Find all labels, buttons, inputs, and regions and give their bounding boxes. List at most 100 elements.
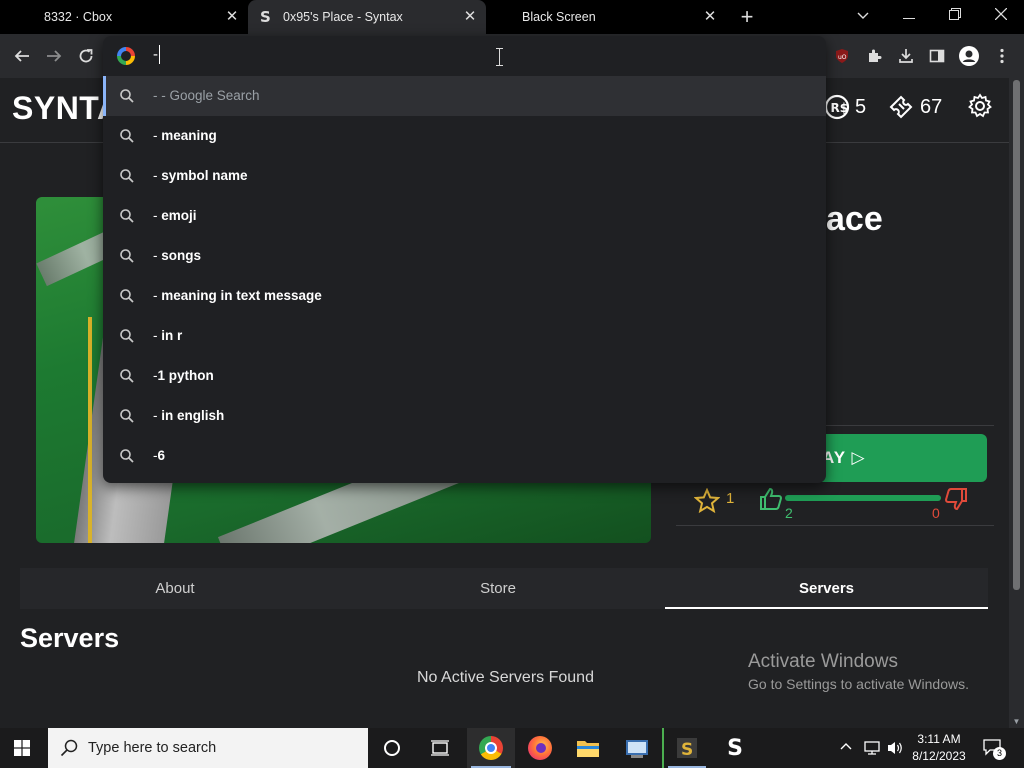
- svg-text:uO: uO: [838, 54, 847, 61]
- search-icon: [119, 368, 135, 384]
- suggestion-completion: songs: [161, 248, 202, 263]
- settings-gear-icon[interactable]: [967, 93, 993, 119]
- suggestion-text: - songs: [153, 248, 201, 263]
- suggestion-prefix: -: [153, 248, 162, 263]
- tab-black-screen[interactable]: Black Screen ✕: [486, 0, 726, 34]
- tickets-count: 67: [920, 95, 943, 118]
- suggestion-prefix: -: [153, 168, 162, 183]
- favorite-star-icon[interactable]: [694, 488, 720, 514]
- new-tab-plus-icon[interactable]: +: [736, 6, 758, 29]
- forward-arrow-icon[interactable]: [42, 44, 66, 68]
- windows-start-icon[interactable]: [14, 740, 30, 756]
- suggestion-text: - - Google Search: [153, 88, 260, 103]
- back-arrow-icon[interactable]: [10, 44, 34, 68]
- syntax-studio-taskbar-icon[interactable]: S: [711, 728, 759, 768]
- suggestion-prefix: -: [153, 408, 162, 423]
- tab-cbox[interactable]: 8332 · Cbox ✕: [0, 0, 248, 34]
- suggestion-completion: emoji: [161, 208, 197, 223]
- tab-title: Black Screen: [522, 10, 596, 24]
- minimize-icon[interactable]: [886, 0, 932, 34]
- download-icon[interactable]: [894, 44, 918, 68]
- omnibox-suggestion[interactable]: - in r: [103, 316, 826, 356]
- reload-icon[interactable]: [74, 44, 98, 68]
- extensions-puzzle-icon[interactable]: [862, 44, 886, 68]
- profile-avatar-icon[interactable]: [957, 44, 981, 68]
- taskbar-search-placeholder: Type here to search: [88, 740, 217, 756]
- windows-taskbar: Type here to search S S 3:11 AM 8/12/202…: [0, 728, 1024, 768]
- svg-text:S: S: [681, 740, 693, 760]
- omnibox-suggestion[interactable]: - meaning: [103, 116, 826, 156]
- suggestion-completion: meaning: [161, 128, 217, 143]
- show-hidden-icons-chevron-icon[interactable]: [840, 742, 852, 750]
- tab-about[interactable]: About: [20, 568, 330, 609]
- cortana-icon[interactable]: [368, 728, 416, 768]
- syntax-favicon-icon: S: [260, 8, 271, 26]
- suggestion-prefix: -: [153, 88, 162, 103]
- tab-servers[interactable]: Servers: [665, 568, 988, 609]
- suggestion-prefix: -: [153, 208, 162, 223]
- volume-icon[interactable]: [886, 740, 904, 756]
- syntax-launcher-taskbar-icon[interactable]: S: [662, 728, 710, 768]
- thumbs-up-icon[interactable]: [758, 486, 784, 512]
- search-icon: [119, 328, 135, 344]
- omnibox-suggestion[interactable]: -1 python: [103, 356, 826, 396]
- robux-count: 5: [855, 95, 867, 118]
- downvote-count: 0: [932, 505, 940, 521]
- search-icon: [119, 128, 135, 144]
- firefox-taskbar-icon[interactable]: [516, 728, 564, 768]
- clock-date: 8/12/2023: [912, 749, 966, 763]
- page-scrollbar[interactable]: ▼: [1009, 78, 1024, 728]
- omnibox-suggestion[interactable]: - - Google Search: [103, 76, 826, 116]
- close-icon[interactable]: ✕: [224, 9, 240, 25]
- tab-strip: 8332 · Cbox ✕ S 0x95's Place - Syntax ✕ …: [0, 0, 1024, 34]
- close-window-icon[interactable]: [978, 0, 1024, 34]
- close-icon[interactable]: ✕: [702, 9, 718, 25]
- text-caret: [159, 45, 160, 64]
- omnibox-suggestion[interactable]: - emoji: [103, 196, 826, 236]
- search-icon: [119, 208, 135, 224]
- suggestion-completion: meaning in text message: [161, 288, 322, 303]
- suggestion-text: -6: [153, 448, 165, 463]
- taskbar-search-box[interactable]: Type here to search: [48, 728, 368, 768]
- search-icon: [119, 448, 135, 464]
- watermark-line1: Activate Windows: [748, 651, 898, 672]
- omnibox-dropdown: - - - Google Search - meaning - symbol nam…: [103, 36, 826, 483]
- address-bar-input[interactable]: -: [153, 46, 158, 63]
- suggestion-text: - in r: [153, 328, 182, 343]
- omnibox-suggestion[interactable]: - meaning in text message: [103, 276, 826, 316]
- suggestion-prefix: -: [153, 328, 162, 343]
- scroll-down-arrow-icon[interactable]: ▼: [1012, 717, 1021, 726]
- network-icon[interactable]: [863, 740, 881, 756]
- side-panel-icon[interactable]: [925, 44, 949, 68]
- suggestion-text: -1 python: [153, 368, 214, 383]
- omnibox-suggestion[interactable]: - in english: [103, 396, 826, 436]
- task-view-icon[interactable]: [416, 728, 464, 768]
- tab-search-chevron-icon[interactable]: [840, 0, 886, 34]
- notification-count-badge: 3: [993, 747, 1006, 760]
- no-servers-message: No Active Servers Found: [417, 669, 594, 686]
- app-taskbar-icon[interactable]: [613, 728, 661, 768]
- scrollbar-thumb[interactable]: [1013, 80, 1020, 590]
- suggestion-hint: - Google Search: [161, 88, 260, 103]
- tab-store[interactable]: Store: [343, 568, 653, 609]
- vote-ratio-bar: [785, 495, 941, 501]
- thumbs-down-icon[interactable]: [943, 486, 969, 512]
- close-icon[interactable]: ✕: [462, 9, 478, 25]
- address-bar[interactable]: -: [103, 36, 826, 76]
- suggestion-text: - in english: [153, 408, 224, 423]
- file-explorer-taskbar-icon[interactable]: [564, 728, 612, 768]
- suggestion-text: - meaning in text message: [153, 288, 322, 303]
- chrome-taskbar-icon[interactable]: [467, 728, 515, 768]
- notification-center-icon[interactable]: 3: [982, 738, 1006, 760]
- tickets-balance[interactable]: 67: [888, 94, 942, 120]
- robux-balance[interactable]: R$ 5: [824, 94, 866, 120]
- system-clock[interactable]: 3:11 AM 8/12/2023: [908, 731, 970, 765]
- omnibox-suggestion[interactable]: -6: [103, 436, 826, 476]
- tab-syntax[interactable]: S 0x95's Place - Syntax ✕: [248, 0, 486, 34]
- search-icon: [119, 248, 135, 264]
- ublock-extension-icon[interactable]: uO: [830, 44, 854, 68]
- omnibox-suggestion[interactable]: - songs: [103, 236, 826, 276]
- omnibox-suggestion[interactable]: - symbol name: [103, 156, 826, 196]
- restore-icon[interactable]: [932, 0, 978, 34]
- more-menu-icon[interactable]: [990, 44, 1014, 68]
